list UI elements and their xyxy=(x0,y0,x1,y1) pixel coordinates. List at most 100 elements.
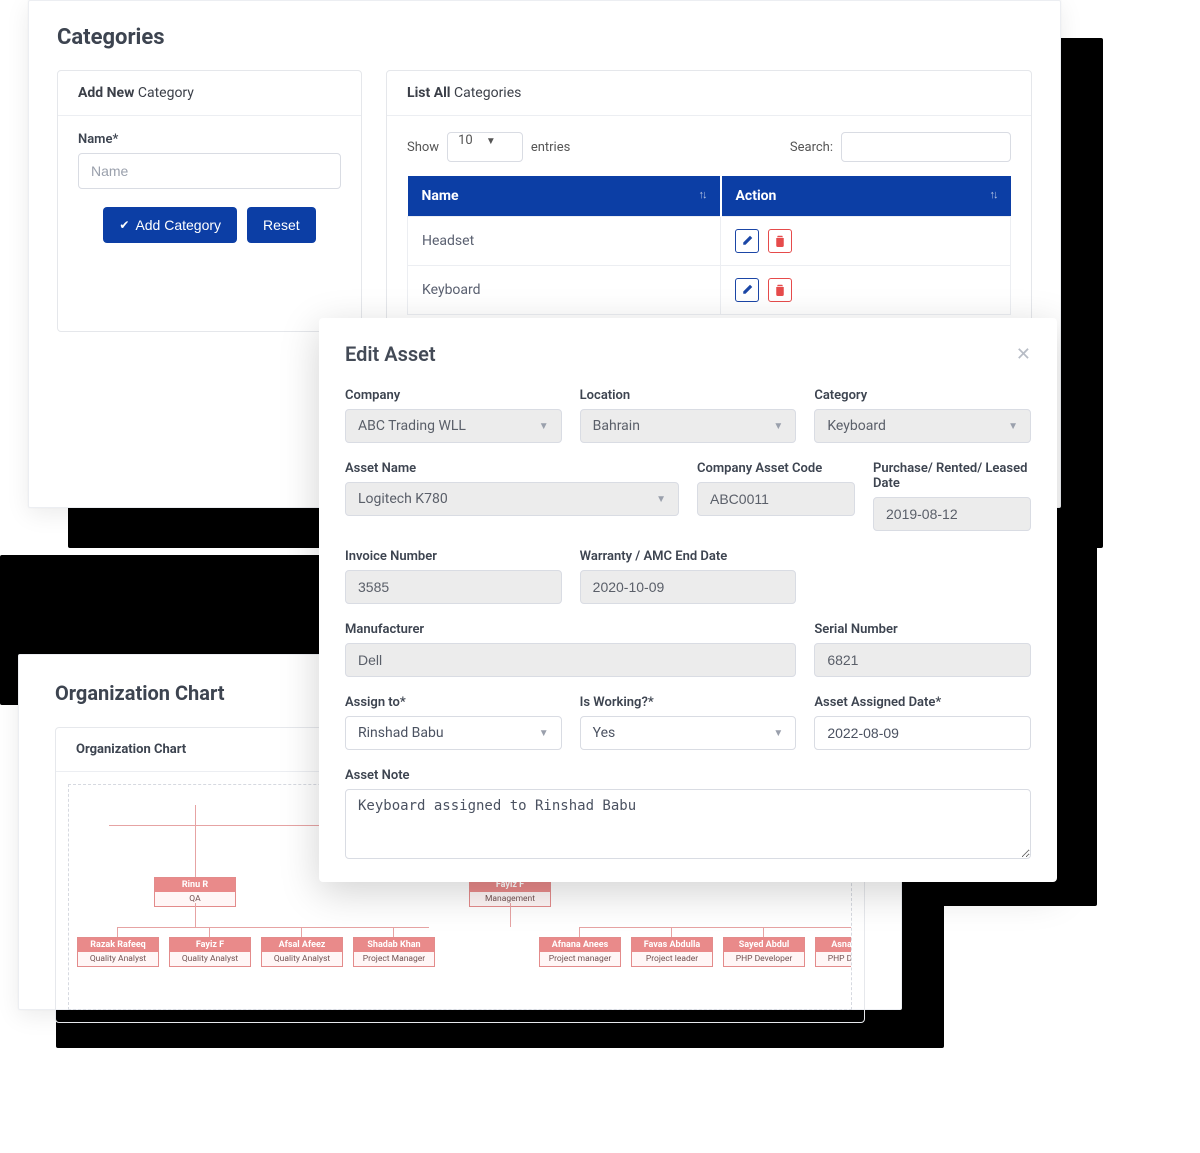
trash-icon xyxy=(774,284,786,296)
trash-icon xyxy=(774,235,786,247)
select-value: Bahrain xyxy=(593,418,640,434)
field-label: Serial Number xyxy=(814,622,1031,637)
org-node[interactable]: Fayiz F Quality Analyst xyxy=(169,937,251,967)
edit-asset-modal: Edit Asset ✕ Company ABC Trading WLL ▼ L… xyxy=(319,318,1057,882)
org-connector xyxy=(763,927,764,937)
field-label: Asset Assigned Date* xyxy=(814,695,1031,710)
card-header: List All Categories xyxy=(387,71,1031,116)
card-header-bold: List All xyxy=(407,85,451,101)
is-working-select[interactable]: Yes ▼ xyxy=(580,716,797,750)
caret-down-icon: ▼ xyxy=(773,728,783,739)
modal-title: Edit Asset xyxy=(345,342,436,366)
org-node-name: Sayed Abdul xyxy=(724,938,804,952)
org-node[interactable]: Razak Rafeeq Quality Analyst xyxy=(77,937,159,967)
category-name-input[interactable] xyxy=(78,153,341,189)
org-node[interactable]: Asna Ameer PHP Developer xyxy=(815,937,852,967)
table-row: Keyboard xyxy=(408,266,1011,315)
org-node-name: Favas Abdulla xyxy=(632,938,712,952)
company-select[interactable]: ABC Trading WLL ▼ xyxy=(345,409,562,443)
serial-number-input[interactable] xyxy=(814,643,1031,677)
cell-name: Keyboard xyxy=(408,266,721,315)
org-node-role: Quality Analyst xyxy=(262,952,342,966)
name-label: Name* xyxy=(78,132,341,147)
asset-name-select[interactable]: Logitech K780 ▼ xyxy=(345,482,679,516)
reset-button[interactable]: Reset xyxy=(247,207,316,243)
card-header-bold: Add New xyxy=(78,85,134,101)
table-row: Headset xyxy=(408,217,1011,266)
field-label: Assign to* xyxy=(345,695,562,710)
add-category-button[interactable]: ✔ Add Category xyxy=(103,207,237,243)
org-node-name: Rinu R xyxy=(155,878,235,892)
org-node-role: Project Manager xyxy=(354,952,434,966)
search-label: Search: xyxy=(790,140,833,155)
org-connector xyxy=(579,927,580,937)
field-label: Location xyxy=(580,388,797,403)
close-button[interactable]: ✕ xyxy=(1016,344,1031,365)
org-node[interactable]: Shadab Khan Project Manager xyxy=(353,937,435,967)
add-category-card: Add New Category Name* ✔ Add Category Re… xyxy=(57,70,362,332)
org-connector xyxy=(393,927,394,937)
add-category-button-label: Add Category xyxy=(135,217,221,233)
org-connector xyxy=(195,805,196,877)
card-header-rest: Category xyxy=(134,85,194,101)
sort-icon: ↑↓ xyxy=(699,188,706,201)
col-name[interactable]: Name ↑↓ xyxy=(408,176,721,217)
cell-name: Headset xyxy=(408,217,721,266)
search-input[interactable] xyxy=(841,132,1011,162)
org-connector xyxy=(195,903,196,927)
org-connector xyxy=(209,927,210,937)
card-header: Add New Category xyxy=(58,71,361,116)
field-label: Company xyxy=(345,388,562,403)
entries-select[interactable]: 10 ▼ xyxy=(447,132,523,162)
caret-down-icon: ▼ xyxy=(1008,421,1018,432)
invoice-number-input[interactable] xyxy=(345,570,562,604)
select-value: Logitech K780 xyxy=(358,491,448,507)
location-select[interactable]: Bahrain ▼ xyxy=(580,409,797,443)
org-connector xyxy=(671,927,672,937)
select-value: ABC Trading WLL xyxy=(358,418,466,434)
list-categories-card: List All Categories Show 10 ▼ entries Se… xyxy=(386,70,1032,332)
warranty-end-input[interactable] xyxy=(580,570,797,604)
delete-button[interactable] xyxy=(768,229,792,253)
delete-button[interactable] xyxy=(768,278,792,302)
select-value: Keyboard xyxy=(827,418,886,434)
field-label: Invoice Number xyxy=(345,549,562,564)
close-icon: ✕ xyxy=(1016,344,1031,364)
org-node-name: Razak Rafeeq xyxy=(78,938,158,952)
show-label: Show xyxy=(407,140,439,155)
org-node[interactable]: Sayed Abdul PHP Developer xyxy=(723,937,805,967)
select-value: Yes xyxy=(593,725,616,741)
reset-button-label: Reset xyxy=(263,217,300,233)
edit-button[interactable] xyxy=(735,278,759,302)
org-node[interactable]: Afnana Anees Project manager xyxy=(539,937,621,967)
field-label: Purchase/ Rented/ Leased Date xyxy=(873,461,1031,491)
purchase-date-input[interactable] xyxy=(873,497,1031,531)
edit-button[interactable] xyxy=(735,229,759,253)
caret-down-icon: ▼ xyxy=(773,421,783,432)
org-node[interactable]: Favas Abdulla Project leader xyxy=(631,937,713,967)
page-title: Categories xyxy=(57,25,1032,50)
field-label: Manufacturer xyxy=(345,622,796,637)
org-connector xyxy=(510,903,511,927)
org-node-role: Quality Analyst xyxy=(78,952,158,966)
field-label: Warranty / AMC End Date xyxy=(580,549,797,564)
field-label: Asset Name xyxy=(345,461,679,476)
assign-to-select[interactable]: Rinshad Babu ▼ xyxy=(345,716,562,750)
org-node-role: PHP Developer xyxy=(816,952,852,966)
org-node[interactable]: Afsal Afeez Quality Analyst xyxy=(261,937,343,967)
col-action[interactable]: Action ↑↓ xyxy=(721,176,1011,217)
categories-table: Name ↑↓ Action ↑↓ Headset xyxy=(407,176,1011,315)
org-node-role: PHP Developer xyxy=(724,952,804,966)
company-asset-code-input[interactable] xyxy=(697,482,855,516)
manufacturer-input[interactable] xyxy=(345,643,796,677)
category-select[interactable]: Keyboard ▼ xyxy=(814,409,1031,443)
org-node-name: Afsal Afeez xyxy=(262,938,342,952)
select-value: Rinshad Babu xyxy=(358,725,444,741)
field-label: Category xyxy=(814,388,1031,403)
assigned-date-input[interactable] xyxy=(814,716,1031,750)
asset-note-textarea[interactable] xyxy=(345,789,1031,859)
field-label: Company Asset Code xyxy=(697,461,855,476)
org-node-name: Fayiz F xyxy=(170,938,250,952)
org-node-role: Quality Analyst xyxy=(170,952,250,966)
org-node-role: Project leader xyxy=(632,952,712,966)
